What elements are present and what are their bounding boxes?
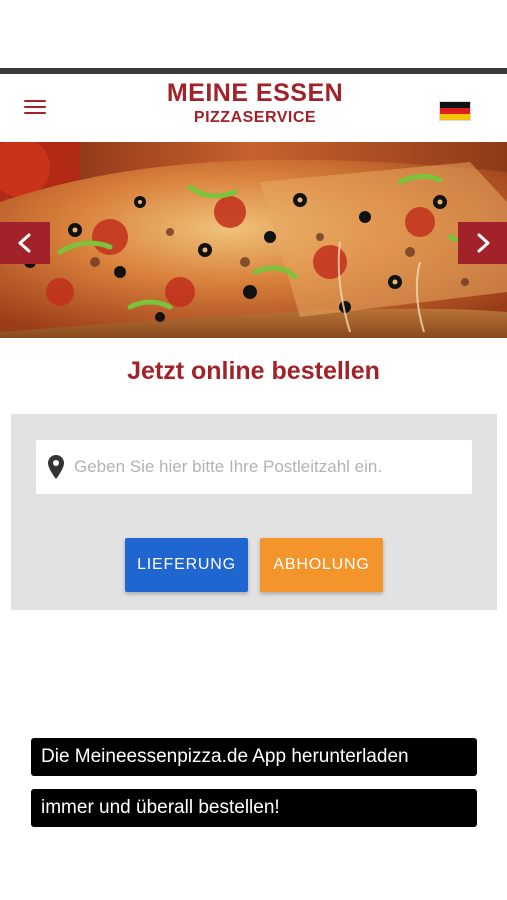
order-anywhere-banner: immer und überall bestellen! xyxy=(31,789,477,827)
order-headline: Jetzt online bestellen xyxy=(127,357,380,385)
pickup-button[interactable]: ABHOLUNG xyxy=(260,538,383,592)
german-flag-icon[interactable] xyxy=(440,102,470,120)
logo-title: MEINE ESSEN xyxy=(166,79,344,107)
chevron-left-icon xyxy=(18,233,31,253)
hero-pizza-image xyxy=(0,142,507,338)
app-header: MEINE ESSEN PIZZASERVICE xyxy=(0,74,507,142)
zip-field[interactable] xyxy=(36,440,472,494)
carousel-prev-button[interactable] xyxy=(0,222,50,264)
location-pin-icon xyxy=(48,455,64,479)
zip-input[interactable] xyxy=(74,440,466,494)
app-download-banner[interactable]: Die Meineessenpizza.de App herunterladen xyxy=(31,738,477,776)
delivery-button[interactable]: LIEFERUNG xyxy=(125,538,248,592)
logo-subtitle: PIZZASERVICE xyxy=(193,109,317,126)
chevron-right-icon xyxy=(477,233,490,253)
hamburger-menu-icon[interactable] xyxy=(24,98,50,118)
brand-logo[interactable]: MEINE ESSEN PIZZASERVICE xyxy=(150,78,360,128)
carousel-next-button[interactable] xyxy=(458,222,507,264)
order-panel: LIEFERUNG ABHOLUNG xyxy=(11,414,497,610)
